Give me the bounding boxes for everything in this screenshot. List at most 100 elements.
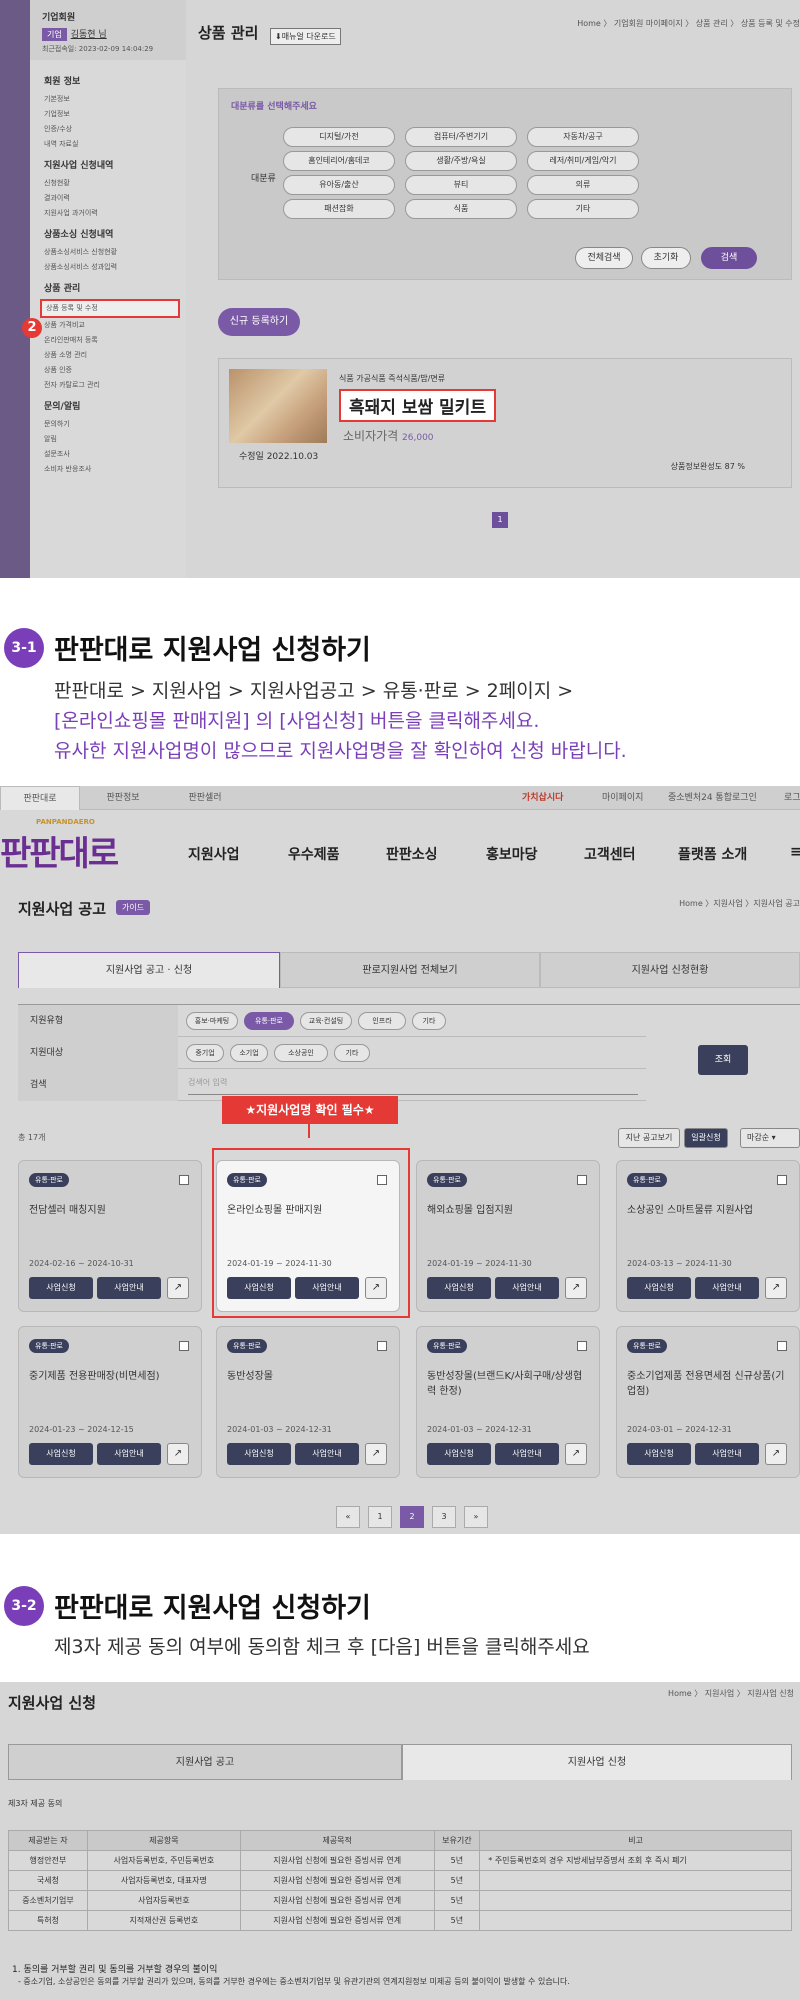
info-button[interactable]: 사업안내 — [97, 1277, 161, 1299]
select-checkbox[interactable] — [777, 1341, 787, 1351]
external-link-icon[interactable]: ↗ — [167, 1443, 189, 1465]
category-pill[interactable]: 의류 — [527, 175, 639, 195]
sidebar-item[interactable]: 상품 소명 관리 — [44, 348, 172, 363]
gnb-sourcing[interactable]: 판판소싱 — [386, 844, 438, 864]
apply-button[interactable]: 사업신청 — [29, 1277, 93, 1299]
select-checkbox[interactable] — [577, 1341, 587, 1351]
info-button[interactable]: 사업안내 — [295, 1443, 359, 1465]
gnb-promotion[interactable]: 홍보마당 — [486, 844, 538, 864]
query-button[interactable]: 조회 — [698, 1045, 748, 1075]
sidebar-item[interactable]: 설문조사 — [44, 447, 172, 462]
type-chip[interactable]: 홍보·마케팅 — [186, 1012, 238, 1030]
page-button[interactable]: » — [464, 1506, 488, 1528]
external-link-icon[interactable]: ↗ — [765, 1277, 787, 1299]
new-register-button[interactable]: 신규 등록하기 — [218, 308, 300, 336]
category-pill[interactable]: 패션잡화 — [283, 199, 395, 219]
target-chip[interactable]: 소상공인 — [274, 1044, 328, 1062]
external-link-icon[interactable]: ↗ — [365, 1443, 387, 1465]
type-chip[interactable]: 기타 — [412, 1012, 446, 1030]
select-checkbox[interactable] — [377, 1341, 387, 1351]
sidebar-item[interactable]: 기업정보 — [44, 107, 172, 122]
gachi-link[interactable]: 가치삽시다 — [522, 786, 563, 810]
category-pill[interactable]: 식품 — [405, 199, 517, 219]
tab-application[interactable]: 지원사업 신청 — [402, 1744, 792, 1780]
tab-announcement[interactable]: 지원사업 공고 — [8, 1744, 402, 1780]
tab-announcement[interactable]: 지원사업 공고 · 신청 — [18, 952, 280, 988]
category-pill[interactable]: 레저/취미/게임/악기 — [527, 151, 639, 171]
site-logo[interactable]: PANPANDAERO 판판대로 — [0, 818, 119, 875]
sidebar-item[interactable]: 상품소싱서비스 신청현황 — [44, 245, 172, 260]
user-name[interactable]: 김동현 님 — [71, 30, 107, 40]
manual-download-button[interactable]: ⬇매뉴얼 다운로드 — [270, 28, 341, 45]
page-button[interactable]: 3 — [432, 1506, 456, 1528]
external-link-icon[interactable]: ↗ — [565, 1277, 587, 1299]
tab-application-status[interactable]: 지원사업 신청현황 — [540, 952, 800, 988]
menu-icon[interactable]: ≡ — [790, 844, 800, 860]
sidebar-item[interactable]: 알림 — [44, 432, 172, 447]
tab-panpandaero[interactable]: 판판대로 — [0, 786, 80, 810]
info-button[interactable]: 사업안내 — [97, 1443, 161, 1465]
sidebar-item[interactable]: 상품 인증 — [44, 363, 172, 378]
page-button[interactable]: 1 — [368, 1506, 392, 1528]
sidebar-item[interactable]: 상품 가격비교 — [44, 318, 172, 333]
reset-button[interactable]: 초기화 — [641, 247, 691, 269]
info-button[interactable]: 사업안내 — [495, 1443, 559, 1465]
sidebar-item[interactable]: 기본정보 — [44, 92, 172, 107]
page-button[interactable]: « — [336, 1506, 360, 1528]
sidebar-item[interactable]: 소비자 반응조사 — [44, 462, 172, 477]
sidebar-item[interactable]: 내역 자료실 — [44, 137, 172, 152]
category-pill[interactable]: 홈인테리어/홈데코 — [283, 151, 395, 171]
gnb-about[interactable]: 플랫폼 소개 — [678, 844, 747, 864]
category-pill[interactable]: 생활/주방/욕실 — [405, 151, 517, 171]
sidebar-item[interactable]: 신청현황 — [44, 176, 172, 191]
apply-button[interactable]: 사업신청 — [29, 1443, 93, 1465]
category-pill[interactable]: 컴퓨터/주변기기 — [405, 127, 517, 147]
sidebar-item[interactable]: 상품소싱서비스 성과입력 — [44, 260, 172, 275]
sort-select[interactable]: 마감순 ▾ — [740, 1128, 800, 1148]
target-chip[interactable]: 중기업 — [186, 1044, 224, 1062]
apply-button[interactable]: 사업신청 — [627, 1277, 691, 1299]
sidebar-item[interactable]: 인증/수상 — [44, 122, 172, 137]
guide-button[interactable]: 가이드 — [116, 900, 151, 915]
product-card[interactable]: 수정일 2022.10.03 식품 가공식품 즉석식품/밥/면류 흑돼지 보쌈 … — [218, 358, 792, 488]
select-checkbox[interactable] — [777, 1175, 787, 1185]
bulk-apply-button[interactable]: 일괄신청 — [684, 1128, 728, 1148]
search-button[interactable]: 검색 — [701, 247, 757, 269]
apply-button[interactable]: 사업신청 — [427, 1443, 491, 1465]
category-pill[interactable]: 자동차/공구 — [527, 127, 639, 147]
integrated-login-link[interactable]: 중소벤처24 통합로그인 — [668, 786, 757, 810]
sidebar-item[interactable]: 지원사업 과거이력 — [44, 206, 172, 221]
external-link-icon[interactable]: ↗ — [565, 1443, 587, 1465]
info-button[interactable]: 사업안내 — [695, 1277, 759, 1299]
sidebar-item[interactable]: 문의하기 — [44, 417, 172, 432]
select-checkbox[interactable] — [179, 1175, 189, 1185]
mypage-link[interactable]: 마이페이지 — [602, 786, 643, 810]
sidebar-item[interactable]: 온라인판매처 등록 — [44, 333, 172, 348]
product-name[interactable]: 흑돼지 보쌈 밀키트 — [339, 389, 496, 422]
external-link-icon[interactable]: ↗ — [765, 1443, 787, 1465]
tab-panpan-info[interactable]: 판판정보 — [84, 786, 162, 810]
search-input[interactable]: 검색어 입력 — [188, 1077, 638, 1095]
logout-link[interactable]: 로그 — [784, 786, 800, 810]
tab-all-programs[interactable]: 판로지원사업 전체보기 — [280, 952, 540, 988]
past-notices-button[interactable]: 지난 공고보기 — [618, 1128, 680, 1148]
sidebar-item[interactable]: 상품 등록 및 수정 — [40, 299, 180, 318]
target-chip[interactable]: 소기업 — [230, 1044, 268, 1062]
gnb-customer[interactable]: 고객센터 — [584, 844, 636, 864]
select-checkbox[interactable] — [179, 1341, 189, 1351]
category-pill[interactable]: 뷰티 — [405, 175, 517, 195]
category-pill[interactable]: 디지털/가전 — [283, 127, 395, 147]
sidebar-item[interactable]: 전자 카탈로그 관리 — [44, 378, 172, 393]
select-checkbox[interactable] — [577, 1175, 587, 1185]
target-chip[interactable]: 기타 — [334, 1044, 370, 1062]
info-button[interactable]: 사업안내 — [695, 1443, 759, 1465]
page-button[interactable]: 1 — [492, 512, 508, 528]
type-chip[interactable]: 교육·컨설팅 — [300, 1012, 352, 1030]
category-pill[interactable]: 기타 — [527, 199, 639, 219]
type-chip[interactable]: 인프라 — [358, 1012, 406, 1030]
external-link-icon[interactable]: ↗ — [167, 1277, 189, 1299]
type-chip[interactable]: 유통·판로 — [244, 1012, 294, 1030]
tab-panpan-seller[interactable]: 판판셀러 — [166, 786, 244, 810]
apply-button[interactable]: 사업신청 — [227, 1443, 291, 1465]
info-button[interactable]: 사업안내 — [495, 1277, 559, 1299]
